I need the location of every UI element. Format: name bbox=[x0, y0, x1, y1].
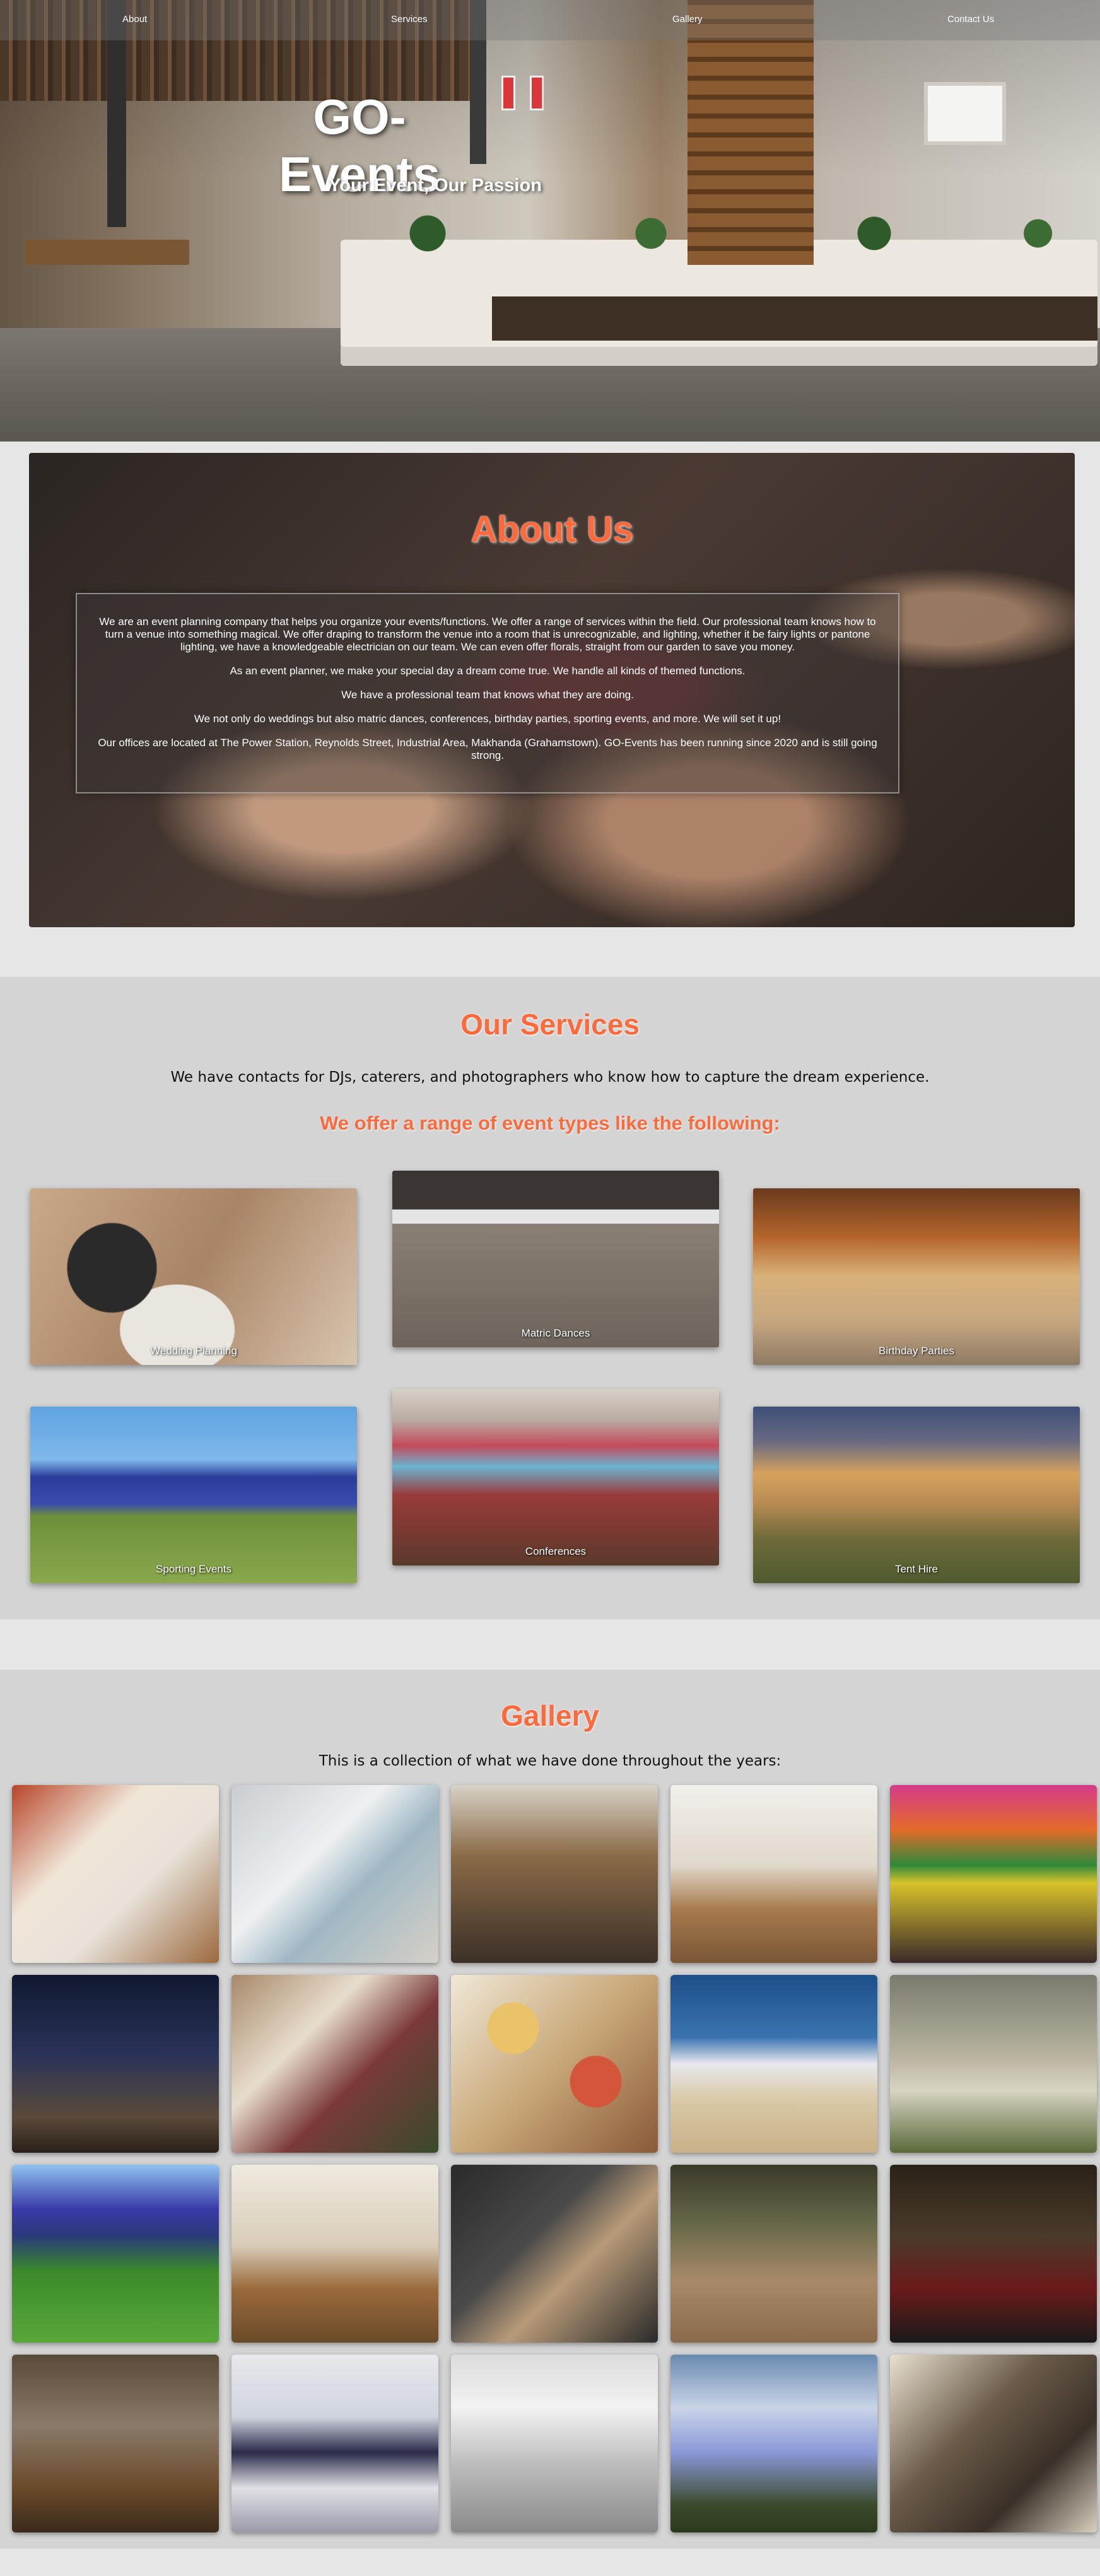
services-title: Our Services bbox=[460, 1008, 640, 1041]
service-card-birthday-parties[interactable]: Birthday Parties bbox=[753, 1188, 1080, 1365]
gallery-image[interactable] bbox=[451, 1785, 658, 1963]
gallery-image[interactable] bbox=[12, 1975, 219, 2153]
about-title: About Us bbox=[471, 509, 633, 550]
service-card-matric-dances[interactable]: Matric Dances bbox=[392, 1171, 719, 1347]
nav-contact-us[interactable]: Contact Us bbox=[947, 14, 994, 25]
gallery-image[interactable] bbox=[12, 2165, 219, 2343]
gallery-image[interactable] bbox=[231, 2165, 438, 2343]
hero-table bbox=[25, 240, 189, 265]
gallery-image[interactable] bbox=[231, 1785, 438, 1963]
gallery-section: Gallery This is a collection of what we … bbox=[0, 1670, 1100, 2549]
gallery-image[interactable] bbox=[231, 2355, 438, 2532]
gallery-image[interactable] bbox=[451, 1975, 658, 2153]
gallery-image[interactable] bbox=[890, 2165, 1097, 2343]
gallery-image[interactable] bbox=[670, 1785, 877, 1963]
gallery-image[interactable] bbox=[12, 1785, 219, 1963]
gallery-image[interactable] bbox=[890, 2355, 1097, 2532]
hero-banner: About Services Gallery Contact Us GO-Eve… bbox=[0, 0, 1100, 442]
gallery-title: Gallery bbox=[501, 1699, 599, 1732]
gallery-intro: This is a collection of what we have don… bbox=[319, 1753, 781, 1769]
service-card-label: Matric Dances bbox=[521, 1327, 590, 1339]
gallery-image[interactable] bbox=[451, 2355, 658, 2532]
gallery-image[interactable] bbox=[670, 2165, 877, 2343]
nav-about[interactable]: About bbox=[122, 14, 147, 25]
service-card-wedding-planning[interactable]: Wedding Planning bbox=[30, 1188, 357, 1365]
nav-gallery[interactable]: Gallery bbox=[672, 14, 703, 25]
gallery-image[interactable] bbox=[890, 1785, 1097, 1963]
about-paragraph: Our offices are located at The Power Sta… bbox=[98, 737, 877, 761]
hero-greenery bbox=[353, 214, 1097, 252]
hero-sign bbox=[501, 76, 515, 110]
service-card-label: Tent Hire bbox=[894, 1563, 939, 1575]
service-card-label: Sporting Events bbox=[155, 1563, 231, 1575]
gallery-image[interactable] bbox=[890, 1975, 1097, 2153]
top-navigation: About Services Gallery Contact Us bbox=[0, 0, 1100, 40]
about-section: About Us We are an event planning compan… bbox=[29, 453, 1075, 927]
gallery-image[interactable] bbox=[670, 1975, 877, 2153]
service-card-label: Birthday Parties bbox=[879, 1345, 954, 1357]
hero-window bbox=[924, 82, 1006, 145]
about-paragraph: We are an event planning company that he… bbox=[99, 616, 876, 653]
service-card-tent-hire[interactable]: Tent Hire bbox=[753, 1407, 1080, 1583]
service-card-label: Wedding Planning bbox=[150, 1345, 237, 1357]
nav-services[interactable]: Services bbox=[391, 14, 428, 25]
gallery-image[interactable] bbox=[12, 2355, 219, 2532]
hero-table bbox=[492, 296, 1097, 341]
about-paragraph: As an event planner, we make your specia… bbox=[230, 665, 746, 677]
services-intro: We have contacts for DJs, caterers, and … bbox=[170, 1069, 930, 1086]
service-card-label: Conferences bbox=[525, 1545, 587, 1557]
gallery-image[interactable] bbox=[670, 2355, 877, 2532]
about-paragraph: We not only do weddings but also matric … bbox=[194, 713, 781, 725]
services-section: Our Services We have contacts for DJs, c… bbox=[0, 977, 1100, 1619]
gallery-image[interactable] bbox=[231, 1975, 438, 2153]
gallery-image[interactable] bbox=[451, 2165, 658, 2343]
about-paragraph: We have a professional team that knows w… bbox=[341, 689, 634, 701]
service-card-conferences[interactable]: Conferences bbox=[392, 1389, 719, 1566]
services-subtitle: We offer a range of event types like the… bbox=[320, 1112, 780, 1134]
hero-sign bbox=[530, 76, 544, 110]
service-card-sporting-events[interactable]: Sporting Events bbox=[30, 1407, 357, 1583]
hero-subtitle: Your Event, Our Passion bbox=[329, 175, 542, 196]
about-text-box: We are an event planning company that he… bbox=[76, 593, 899, 793]
